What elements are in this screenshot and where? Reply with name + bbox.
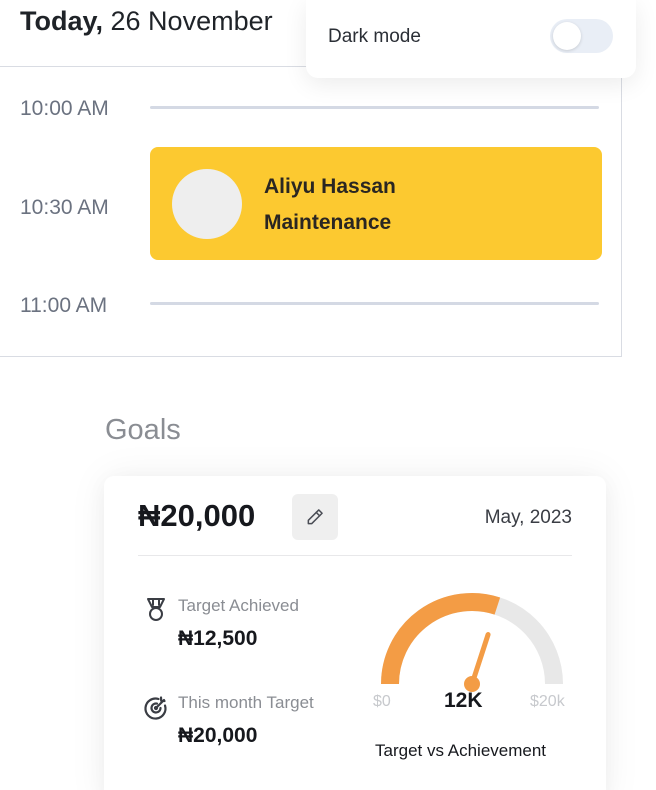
gauge-value-label: 12K — [444, 689, 483, 712]
target-achieved-value: ₦12,500 — [178, 627, 258, 650]
goals-card: ₦20,000 May, 2023 Target Achieved ₦12,50… — [104, 476, 606, 790]
appointment-card[interactable]: Aliyu Hassan Maintenance — [150, 147, 602, 260]
settings-popup: Dark mode — [306, 0, 636, 78]
pencil-icon — [307, 509, 323, 525]
divider — [138, 555, 572, 556]
time-slot-line — [150, 302, 599, 305]
time-slot-label: 10:00 AM — [20, 97, 109, 120]
page-title-today: Today, — [20, 6, 104, 36]
schedule-panel: 10:00 AM 10:30 AM Aliyu Hassan Maintenan… — [0, 66, 622, 357]
dark-mode-toggle[interactable] — [550, 19, 613, 53]
edit-goal-button[interactable] — [292, 494, 338, 540]
gauge-min-label: $0 — [373, 693, 391, 710]
gauge-max-label: $20k — [530, 693, 565, 710]
page-title-date: 26 November — [103, 6, 273, 36]
time-slot-label: 10:30 AM — [20, 196, 109, 219]
goal-amount: ₦20,000 — [138, 498, 256, 533]
gauge-caption: Target vs Achievement — [375, 741, 547, 760]
time-slot-label: 11:00 AM — [20, 294, 108, 317]
medal-icon — [147, 598, 165, 621]
goals-heading: Goals — [105, 414, 181, 446]
goal-date: May, 2023 — [484, 507, 572, 528]
page-title: Today, 26 November — [20, 6, 273, 37]
monthly-target-label: This month Target — [178, 693, 314, 712]
appointment-name: Aliyu Hassan — [264, 175, 396, 198]
target-achieved-label: Target Achieved — [178, 596, 299, 615]
avatar — [172, 169, 242, 239]
gauge-fill — [381, 593, 501, 685]
appointment-type: Maintenance — [264, 211, 392, 234]
time-slot-line — [150, 106, 599, 109]
toggle-knob — [553, 22, 581, 50]
target-icon — [144, 696, 167, 720]
dark-mode-label: Dark mode — [328, 26, 421, 47]
monthly-target-value: ₦20,000 — [178, 724, 258, 747]
